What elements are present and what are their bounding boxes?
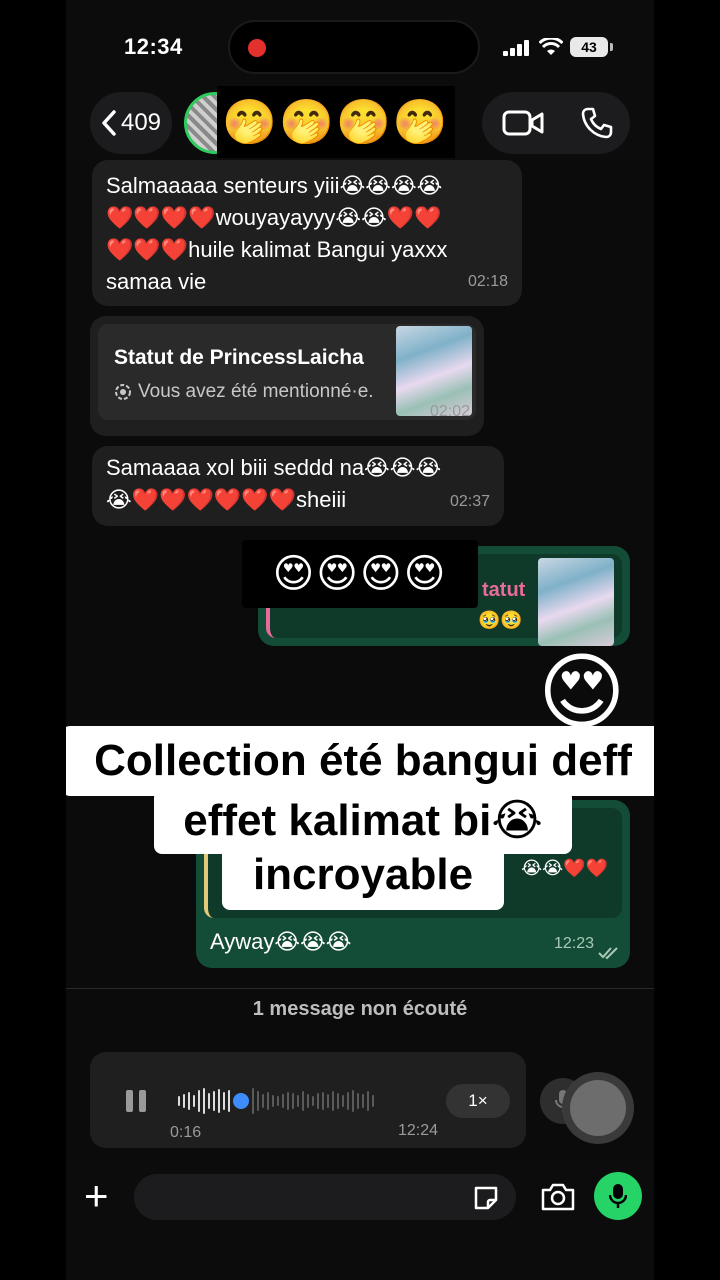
pause-icon[interactable] xyxy=(126,1090,146,1112)
status-time: 12:34 xyxy=(124,34,183,59)
unread-divider xyxy=(66,988,654,989)
waveform-bar xyxy=(203,1088,205,1114)
voice-time: 12:24 xyxy=(398,1122,439,1139)
waveform-bar xyxy=(198,1090,200,1112)
quoted-status-label: tatut xyxy=(482,579,526,601)
waveform-bar xyxy=(193,1095,195,1107)
waveform-bar xyxy=(322,1092,324,1110)
unread-label: 1 message non écouté xyxy=(252,998,468,1020)
message-time: 12:23 xyxy=(553,935,594,952)
waveform-bar xyxy=(277,1096,279,1106)
message-input[interactable] xyxy=(134,1174,516,1220)
waveform-bar xyxy=(332,1091,334,1111)
status-title: Statut de PrincessLaicha xyxy=(114,346,364,369)
message-incoming[interactable]: Samaaaa xol biii seddd na😭😭😭 😭❤️❤️❤️❤️❤️… xyxy=(92,446,504,526)
waveform-bar xyxy=(228,1090,230,1112)
voice-waveform[interactable] xyxy=(178,1086,374,1116)
wifi-icon xyxy=(539,38,563,55)
quoted-message-text: 😭😭❤️❤️ xyxy=(521,858,608,878)
status-mention-message[interactable]: Statut de PrincessLaicha Vous avez été m… xyxy=(90,316,484,436)
waveform-bar xyxy=(282,1094,284,1108)
status-subtitle-text: Vous avez été mentionné·e. xyxy=(138,381,374,402)
battery-indicator: 43 xyxy=(570,37,613,57)
video-call-icon[interactable] xyxy=(502,108,544,138)
contact-name-cover[interactable]: 🤭🤭🤭🤭 xyxy=(217,86,455,158)
status-ring-icon xyxy=(115,384,131,400)
waveform-bar xyxy=(372,1095,374,1107)
recording-indicator xyxy=(570,1080,626,1136)
call-actions xyxy=(482,92,630,154)
quoted-status-text: 🥹🥹 xyxy=(478,610,523,630)
camera-icon[interactable] xyxy=(540,1182,576,1212)
voice-elapsed: 0:16 xyxy=(170,1124,202,1141)
caption-line-2: effet kalimat bi😭 xyxy=(154,790,572,854)
sticker-icon[interactable] xyxy=(472,1184,500,1212)
waveform-bar xyxy=(342,1095,344,1107)
waveform-bar xyxy=(307,1094,309,1108)
chat-screen: 12:34 43 409 🤭🤭🤭🤭 Salmaaaaa senteurs yii… xyxy=(66,0,654,1280)
quoted-status-thumbnail xyxy=(538,558,614,646)
waveform-bar xyxy=(208,1093,210,1109)
message-time: 02:02 xyxy=(429,403,470,420)
caption-line-1: Collection été bangui deff xyxy=(66,726,654,796)
message-time: 02:18 xyxy=(467,273,508,290)
waveform-bar xyxy=(213,1091,215,1111)
status-subtitle: Vous avez été mentionné·e. xyxy=(114,376,374,408)
voice-note-player[interactable]: 0:16 12:24 1× xyxy=(90,1052,526,1148)
signal-icon xyxy=(503,40,529,56)
waveform-bar xyxy=(367,1091,369,1111)
message-incoming[interactable]: Salmaaaaa senteurs yiii😭😭😭😭 ❤️❤️❤️❤️wouy… xyxy=(92,160,522,306)
waveform-bar xyxy=(267,1092,269,1110)
recording-dot-icon xyxy=(248,39,266,57)
waveform-bar xyxy=(302,1091,304,1111)
playback-speed-button[interactable]: 1× xyxy=(446,1084,510,1118)
waveform-bar xyxy=(257,1091,259,1111)
plus-icon[interactable]: + xyxy=(84,1175,109,1217)
read-ticks-icon xyxy=(598,947,618,960)
phone-call-icon[interactable] xyxy=(580,106,614,140)
waveform-bar xyxy=(183,1094,185,1108)
waveform-bar xyxy=(327,1094,329,1108)
waveform-bar xyxy=(252,1088,254,1114)
waveform-bar xyxy=(188,1092,190,1110)
chevron-left-icon xyxy=(102,110,116,136)
waveform-bar xyxy=(312,1096,314,1106)
dynamic-island xyxy=(228,20,480,74)
waveform-bar xyxy=(297,1095,299,1107)
waveform-bar xyxy=(292,1093,294,1109)
emoji-sticker-overlay: 😍😍😍😍 xyxy=(242,540,478,608)
waveform-bar xyxy=(317,1093,319,1109)
message-text: Ayway😭😭😭 xyxy=(210,929,352,954)
waveform-bar xyxy=(218,1089,220,1113)
message-text: Samaaaa xol biii seddd na😭😭😭 😭❤️❤️❤️❤️❤️… xyxy=(106,455,442,512)
message-text: Salmaaaaa senteurs yiii😭😭😭😭 ❤️❤️❤️❤️wouy… xyxy=(106,173,448,294)
microphone-icon xyxy=(609,1184,627,1208)
playhead-knob[interactable] xyxy=(233,1093,249,1109)
back-button[interactable]: 409 xyxy=(90,92,172,154)
waveform-bar xyxy=(178,1096,180,1106)
waveform-bar xyxy=(272,1095,274,1107)
unread-count: 409 xyxy=(120,109,162,136)
message-time: 02:37 xyxy=(449,493,490,510)
waveform-bar xyxy=(287,1092,289,1110)
waveform-bar xyxy=(347,1092,349,1110)
waveform-bar xyxy=(223,1092,225,1110)
waveform-bar xyxy=(262,1094,264,1108)
waveform-bar xyxy=(352,1090,354,1112)
waveform-bar xyxy=(357,1093,359,1109)
status-card[interactable]: Statut de PrincessLaicha Vous avez été m… xyxy=(98,324,476,420)
waveform-bar xyxy=(362,1094,364,1108)
waveform-bar xyxy=(337,1093,339,1109)
mic-button[interactable] xyxy=(594,1172,642,1220)
